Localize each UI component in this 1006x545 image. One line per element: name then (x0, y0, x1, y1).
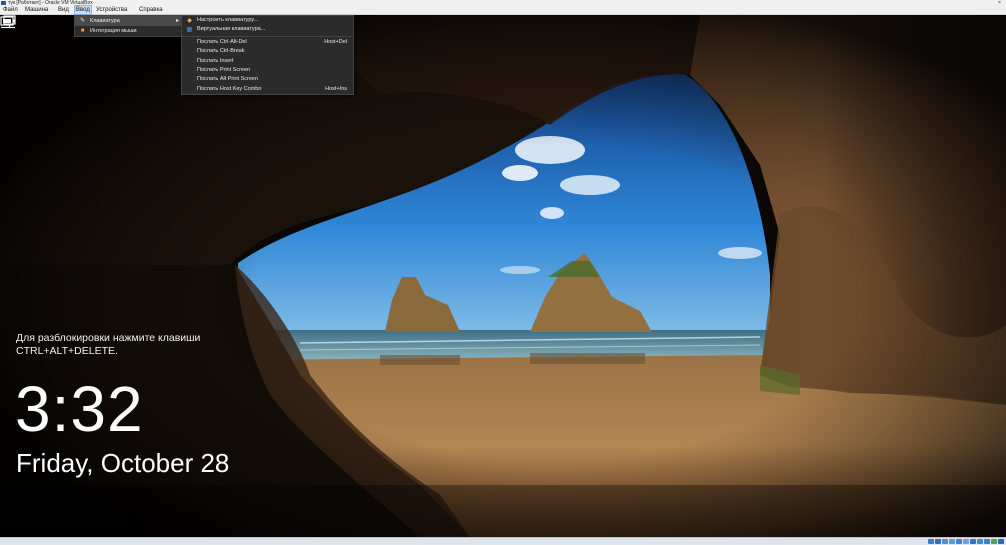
cpu-icon[interactable] (984, 539, 990, 544)
menu-item-label: Послать Print Screen (197, 66, 251, 73)
unlock-instructions: Для разблокировки нажмите клавиши CTRL+A… (16, 332, 276, 358)
virtual-keyboard-icon: ▦ (186, 27, 193, 34)
menu-file[interactable]: Файл (2, 6, 19, 14)
network-adapter-icon[interactable] (949, 539, 955, 544)
unlock-instructions-line1: Для разблокировки нажмите клавиши (16, 332, 201, 344)
lockscreen-date: Friday, October 28 (16, 448, 230, 478)
keyboard-icon: ✎ (79, 18, 86, 24)
menu-input[interactable]: Ввод (74, 5, 92, 15)
display-icon[interactable] (970, 539, 976, 544)
menu-item-label: Послать Insert (197, 57, 234, 64)
menu-devices[interactable]: Устройства (95, 6, 128, 14)
menu-item-virtual-keyboard[interactable]: ▦ Виртуальная клавиатура... (182, 25, 353, 34)
keyboard-submenu: ◆ Настроить клавиатуру... ▦ Виртуальная … (181, 15, 354, 96)
audio-icon[interactable] (942, 539, 948, 544)
menu-view[interactable]: Вид (57, 6, 70, 14)
battery-icon[interactable] (0, 15, 16, 27)
menu-item-label: Послать Host Key Combo (197, 85, 262, 92)
menu-item-virtual-keyboard-label: Виртуальная клавиатура... (197, 26, 266, 33)
submenu-arrow-icon: ▸ (175, 18, 179, 24)
menu-item-shortcut: Host+Ins (325, 85, 347, 92)
menu-machine[interactable]: Машина (24, 6, 49, 14)
menu-item-configure-keyboard-label: Настроить клавиатуру... (197, 17, 259, 23)
menu-item-send-insert[interactable]: Послать Insert (182, 57, 353, 66)
lockscreen-time: 3:32 (15, 373, 144, 445)
menu-item-send-print-screen[interactable]: Послать Print Screen (182, 66, 353, 75)
host-key-icon[interactable] (998, 539, 1004, 544)
menu-separator (182, 35, 353, 37)
menu-item-configure-keyboard[interactable]: ◆ Настроить клавиатуру... (182, 16, 353, 25)
settings-icon: ◆ (187, 18, 192, 24)
menu-item-label: Послать Ctrl-Alt-Del (197, 38, 247, 45)
menu-bar: Файл Машина Вид Ввод Устройства Справка (0, 5, 1006, 15)
menu-item-label: Послать Ctrl-Break (197, 48, 245, 55)
menu-item-shortcut: Host+Del (324, 38, 347, 45)
menu-item-keyboard[interactable]: ✎ Клавиатура ▸ (75, 16, 182, 26)
menu-item-keyboard-label: Клавиатура (90, 18, 120, 24)
hard-disk-icon[interactable] (928, 539, 934, 544)
usb-icon[interactable] (956, 539, 962, 544)
shared-folders-icon[interactable] (963, 539, 969, 544)
vm-display[interactable]: Для разблокировки нажмите клавиши CTRL+A… (0, 15, 1006, 537)
menu-item-mouse-integration-label: Интеграция мыши (90, 28, 137, 34)
mouse-icon: ■ (80, 28, 85, 34)
menu-item-send-ctrl-alt-del[interactable]: Послать Ctrl-Alt-Del Host+Del (182, 38, 353, 47)
mouse-integration-icon[interactable] (991, 539, 997, 544)
menu-item-send-ctrl-break[interactable]: Послать Ctrl-Break (182, 47, 353, 56)
menu-item-send-host-key-combo[interactable]: Послать Host Key Combo Host+Ins (182, 85, 353, 94)
recording-icon[interactable] (977, 539, 983, 544)
menu-item-send-alt-print-screen[interactable]: Послать Alt Print Screen (182, 75, 353, 84)
menu-help[interactable]: Справка (138, 6, 164, 14)
optical-drive-icon[interactable] (935, 539, 941, 544)
input-menu: ✎ Клавиатура ▸ ■ Интеграция мыши (74, 15, 183, 37)
menu-item-mouse-integration[interactable]: ■ Интеграция мыши (75, 26, 182, 36)
virtualbox-app-icon (1, 1, 6, 5)
menu-item-label: Послать Alt Print Screen (197, 76, 259, 83)
unlock-instructions-line2: CTRL+ALT+DELETE. (16, 345, 118, 357)
